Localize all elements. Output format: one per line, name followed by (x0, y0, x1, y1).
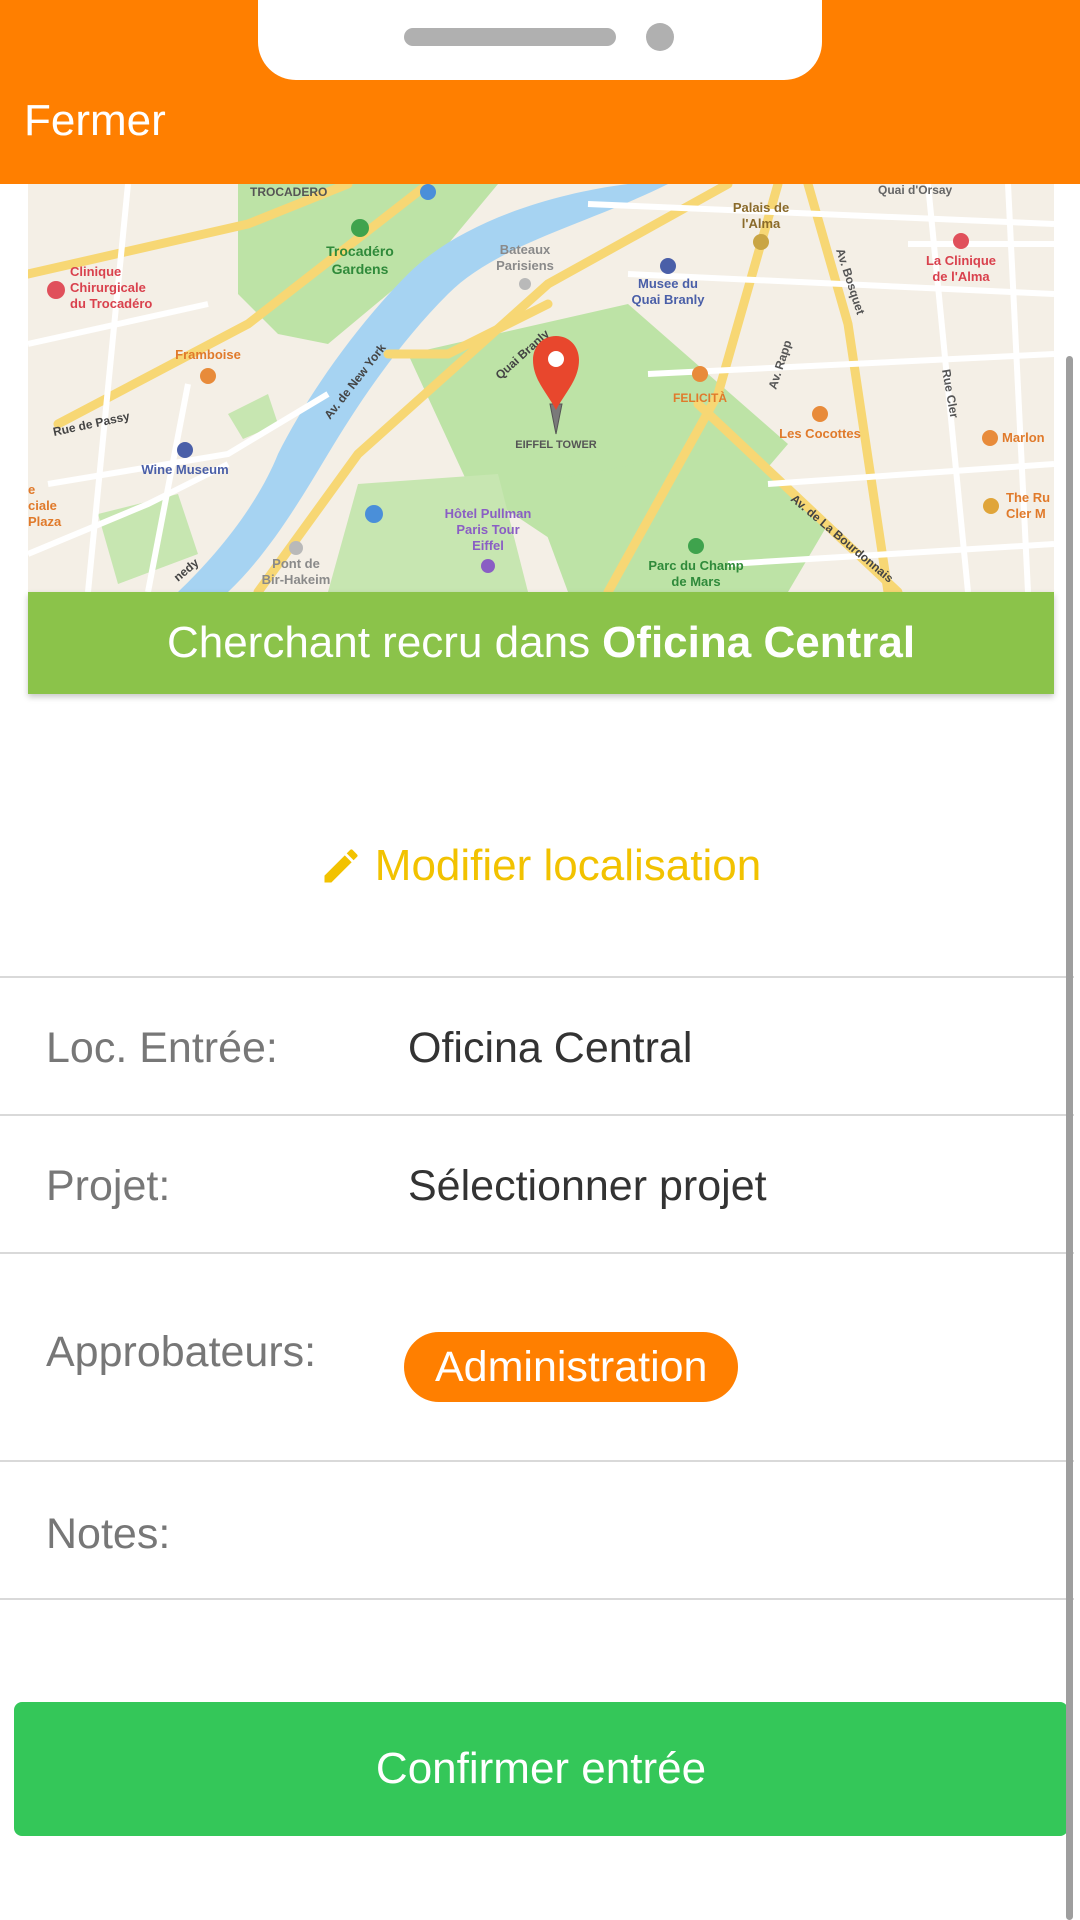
modify-location-link[interactable]: Modifier localisation (0, 836, 1080, 896)
map-label-palais: Palais de (733, 200, 789, 215)
map-label-the-ru: The Ru (1006, 490, 1050, 505)
close-button[interactable]: Fermer (24, 96, 166, 146)
map-label-ciale: e (28, 482, 35, 497)
map-label-marlon: Marlon (1002, 430, 1045, 445)
map-label-ciale-2: ciale (28, 498, 57, 513)
map-label-clinique-troc-2: Chirurgicale (70, 280, 146, 295)
map-label-the-ru-2: Cler M (1006, 506, 1046, 521)
project-label: Projet: (46, 1162, 171, 1210)
map-label-champ-mars: Parc du Champ (648, 558, 743, 573)
map-label-les-cocottes: Les Cocottes (779, 426, 861, 441)
search-status-banner: Cherchant recru dans Oficina Central (28, 592, 1054, 694)
map-label-pullman-2: Paris Tour (456, 522, 519, 537)
pencil-icon (324, 849, 358, 883)
banner-prefix: Cherchant recru dans (166, 618, 591, 667)
map-label-gardens-2: Gardens (332, 261, 389, 277)
map-view[interactable]: TROCADERO Trocadéro Gardens Bateaux Pari… (28, 184, 1054, 592)
divider (0, 1114, 1074, 1116)
map-label-clinique-troc: Clinique (70, 264, 121, 279)
map-label-musee: Musee du (638, 276, 698, 291)
approvers-label: Approbateurs: (46, 1328, 317, 1376)
front-camera (646, 23, 674, 51)
map-label-eiffel: EIFFEL TOWER (515, 439, 597, 451)
divider (0, 1252, 1074, 1254)
map-label-ciale-3: Plaza (28, 514, 62, 529)
map-label-bir-hakeim-2: Bir-Hakeim (262, 572, 331, 587)
notes-label: Notes: (46, 1510, 171, 1558)
map-label-champ-mars-2: de Mars (671, 574, 720, 589)
map-label-palais-2: l'Alma (742, 216, 781, 231)
scrollbar[interactable] (1066, 356, 1073, 1920)
confirm-entry-button[interactable]: Confirmer entrée (14, 1702, 1068, 1836)
map-label-bateaux: Bateaux (500, 242, 551, 257)
map-label-clinique-alma: La Clinique (926, 253, 996, 268)
approver-tag[interactable]: Administration (404, 1332, 739, 1402)
map-label-framboise: Framboise (175, 347, 241, 362)
map-label-musee-2: Quai Branly (632, 292, 706, 307)
divider (0, 1598, 1074, 1600)
location-label: Loc. Entrée: (46, 1024, 278, 1072)
map-label-clinique-alma-2: de l'Alma (932, 269, 990, 284)
modify-location-label: Modifier localisation (374, 841, 762, 890)
map-label-quai-orsay: Quai d'Orsay (878, 184, 953, 197)
map-label-trocadero: TROCADERO (250, 185, 327, 199)
map-label-wine-museum: Wine Museum (141, 462, 228, 477)
location-value: Oficina Central (408, 1024, 693, 1072)
map-label-bateaux-2: Parisiens (496, 258, 554, 273)
map-label-felicita: FELICITÀ (673, 390, 727, 405)
banner-location: Oficina Central (602, 618, 916, 667)
map-label-pullman: Hôtel Pullman (445, 506, 532, 521)
divider (0, 1460, 1074, 1462)
divider (0, 976, 1074, 978)
device-notch (258, 0, 822, 80)
speaker-grille (404, 28, 616, 46)
map-label-clinique-troc-3: du Trocadéro (70, 296, 152, 311)
map-label-pullman-3: Eiffel (472, 538, 504, 553)
map-canvas: TROCADERO Trocadéro Gardens Bateaux Pari… (28, 184, 1054, 592)
project-select[interactable]: Sélectionner projet (408, 1162, 767, 1211)
map-label-gardens: Trocadéro (326, 243, 394, 259)
map-label-bir-hakeim: Pont de (272, 556, 320, 571)
header-bar: Fermer (0, 0, 1080, 184)
